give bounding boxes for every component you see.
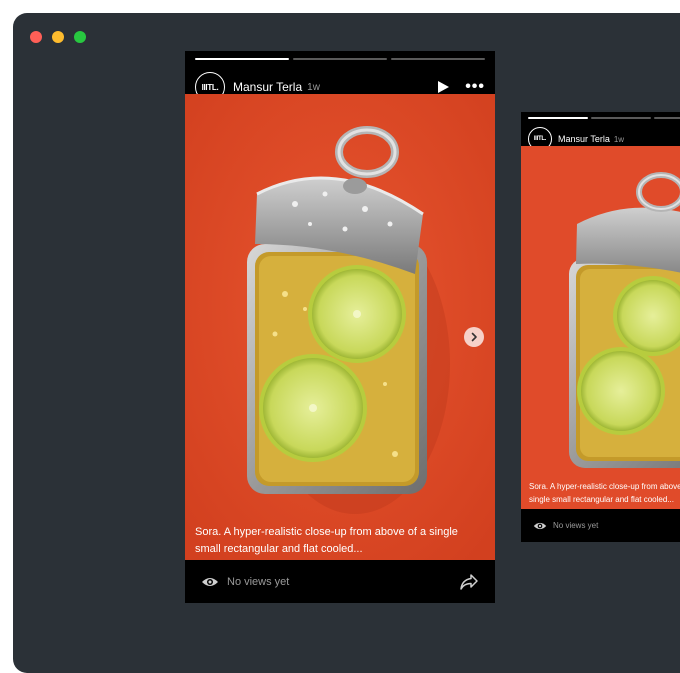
minimize-window-button[interactable] xyxy=(52,31,64,43)
progress-segment xyxy=(293,58,387,60)
close-window-button[interactable] xyxy=(30,31,42,43)
story-caption: Sora. A hyper-realistic close-up from ab… xyxy=(195,526,458,555)
post-time: 1w xyxy=(307,81,320,93)
views-count: No views yet xyxy=(227,575,290,588)
chevron-right-icon xyxy=(471,332,477,342)
eye-icon xyxy=(202,577,218,586)
story-image xyxy=(521,146,680,509)
story-card-main[interactable]: IIITL. Mansur Terla 1w ••• Sora. A hyper… xyxy=(185,51,495,603)
play-icon[interactable] xyxy=(438,81,450,93)
progress-segment xyxy=(528,117,588,119)
story-caption: Sora. A hyper-realistic close-up from ab… xyxy=(529,482,680,504)
window-controls xyxy=(30,31,86,43)
eye-icon xyxy=(533,522,547,529)
progress-segment xyxy=(654,117,680,119)
story-progress xyxy=(528,117,680,119)
progress-segment xyxy=(195,58,289,60)
next-story-button[interactable] xyxy=(464,327,484,347)
post-time: 1w xyxy=(613,134,625,144)
story-footer: No views yet xyxy=(185,560,495,603)
sardine-can-image xyxy=(185,94,495,560)
share-icon[interactable] xyxy=(459,573,479,591)
story-progress xyxy=(195,58,485,60)
maximize-window-button[interactable] xyxy=(74,31,86,43)
story-footer: No views yet xyxy=(521,509,680,542)
username[interactable]: Mansur Terla xyxy=(558,134,610,144)
sardine-can-image xyxy=(521,146,680,509)
story-image xyxy=(185,94,495,560)
more-icon[interactable]: ••• xyxy=(465,79,485,95)
app-window: IIITL. Mansur Terla 1w ••• Sora. A hyper… xyxy=(13,13,680,673)
story-card-next[interactable]: IIITL. Mansur Terla 1w Sora. A hyper-rea… xyxy=(521,112,680,542)
progress-segment xyxy=(391,58,485,60)
header-actions: ••• xyxy=(438,79,485,95)
progress-segment xyxy=(591,117,651,119)
username[interactable]: Mansur Terla xyxy=(233,80,302,94)
views-count: No views yet xyxy=(553,521,599,530)
